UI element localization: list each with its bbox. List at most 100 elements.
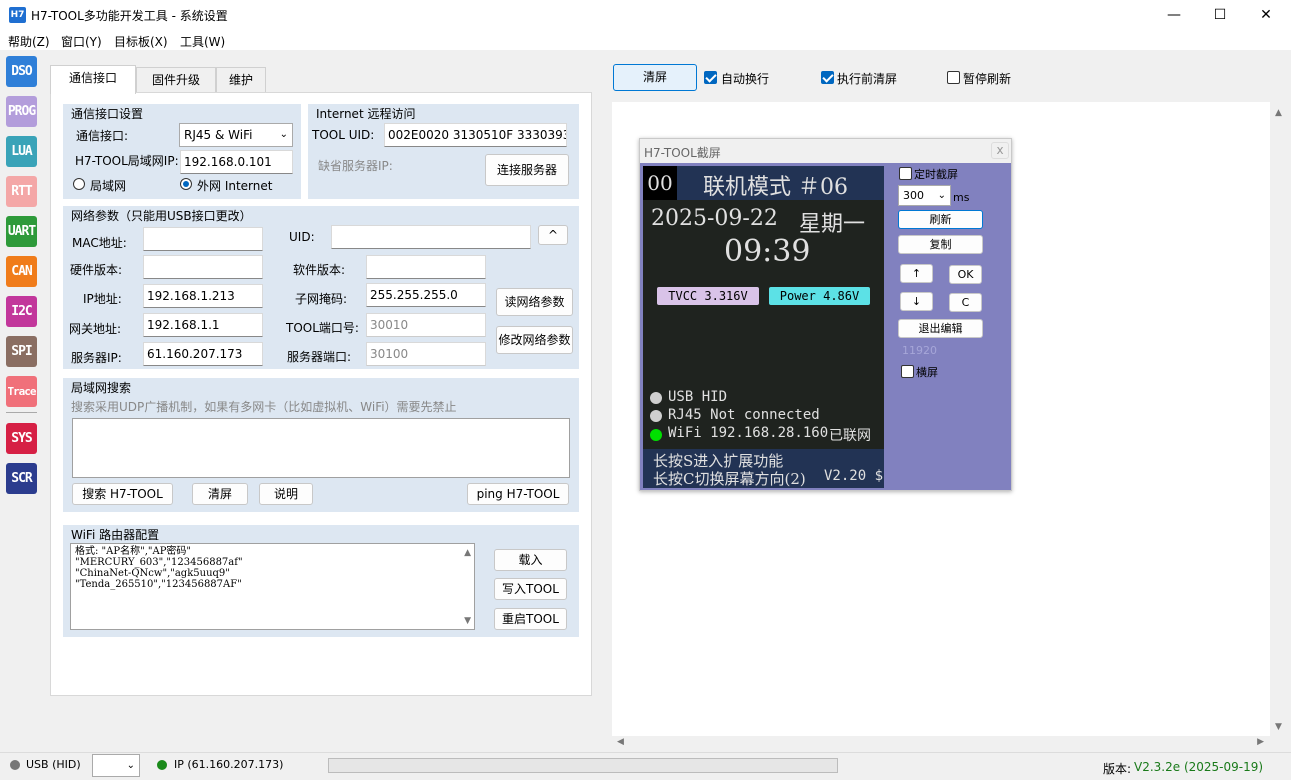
menu-tools[interactable]: 工具(W) [180,33,225,50]
menu-target-board[interactable]: 目标板(X) [114,33,168,50]
screenshot-title: H7-TOOL截屏 [644,146,721,160]
lcd-hint-2: 长按C切换屏幕方向(2) [653,470,806,488]
sw-version-field[interactable] [366,255,486,279]
window-title: H7-TOOL多功能开发工具 - 系统设置 [31,9,228,23]
ip-field[interactable]: 192.168.1.213 [143,284,263,308]
exit-edit-button[interactable]: 退出编辑 [898,319,983,338]
interval-select[interactable]: 300 ⌄ [898,185,951,206]
lcd-rj45: RJ45 Not connected [668,407,820,423]
comm-settings-title: 通信接口设置 [71,107,144,121]
timed-capture-label: 定时截屏 [914,168,958,181]
subnet-mask-field[interactable]: 255.255.255.0 [366,283,486,307]
hw-version-field[interactable] [143,255,263,279]
key-c-button[interactable]: C [949,293,982,312]
mac-label: MAC地址: [72,236,127,250]
sidebar-spi-button[interactable]: SPI [6,336,37,367]
lan-search-title: 局域网搜索 [71,381,132,395]
scroll-up-icon[interactable]: ▲ [464,548,471,558]
menu-help[interactable]: 帮助(Z) [8,33,50,50]
device-select[interactable]: ⌄ [92,754,140,777]
uid-field[interactable] [331,225,531,249]
subnet-mask-label: 子网掩码: [295,292,348,306]
landscape-checkbox[interactable] [901,365,914,378]
copy-button[interactable]: 复制 [898,235,983,254]
sidebar-i2c-button[interactable]: I2C [6,296,37,327]
uid-label: UID: [289,230,315,244]
sidebar-trace-button[interactable]: Trace [6,376,37,407]
key-ok-button[interactable]: OK [949,265,982,284]
usb-status: USB (HID) [26,758,81,771]
mac-field[interactable] [143,227,263,251]
sidebar-rtt-button[interactable]: RTT [6,176,37,207]
wifi-write-button[interactable]: 写入TOOL [494,578,567,600]
search-help-button[interactable]: 说明 [259,483,313,505]
scroll-down-icon[interactable]: ▼ [464,616,471,626]
sidebar-lua-button[interactable]: LUA [6,136,37,167]
wifi-restart-button[interactable]: 重启TOOL [494,608,567,630]
usb-status-dot [650,392,662,404]
screenshot-window: H7-TOOL截屏 x 00 联机模式 ＃06 2025-09-22 星期一 0… [639,138,1012,491]
version-value: V2.3.2e (2025-09-19) [1134,760,1264,774]
lan-search-results[interactable] [72,418,570,478]
radio-internet[interactable] [180,178,192,190]
clear-before-checkbox[interactable] [821,71,834,84]
sidebar-sys-button[interactable]: SYS [6,423,37,454]
ip-label: IP地址: [83,292,122,306]
server-port-field[interactable]: 30100 [366,342,486,366]
clear-search-button[interactable]: 清屏 [192,483,248,505]
pause-refresh-checkbox[interactable] [947,71,960,84]
tool-uid-field[interactable]: 002E0020 3130510F 33303938 [384,123,567,147]
tab-maintenance[interactable]: 维护 [216,67,266,93]
chevron-down-icon: ⌄ [279,129,288,140]
refresh-button[interactable]: 刷新 [898,210,983,229]
gateway-field[interactable]: 192.168.1.1 [143,313,263,337]
usb-indicator-dot [10,760,20,770]
scroll-left-icon[interactable]: ◀ [617,737,624,747]
modify-network-params-button[interactable]: 修改网络参数 [496,326,573,354]
tab-firmware-upgrade[interactable]: 固件升级 [136,67,216,93]
scroll-up-icon[interactable]: ▲ [1275,108,1282,118]
interval-select-value: 300 [903,189,924,202]
sidebar-prog-button[interactable]: PROG [6,96,37,127]
server-ip-label: 服务器IP: [71,351,122,365]
ip-indicator-dot [157,760,167,770]
key-up-button[interactable]: ↑ [900,264,933,283]
tab-comm-interface[interactable]: 通信接口 [50,65,136,94]
read-network-params-button[interactable]: 读网络参数 [496,288,573,316]
uid-expand-button[interactable]: ^ [538,225,568,245]
lcd-mode: 联机模式 ＃06 [703,175,848,200]
capture-counter: 11920 [902,344,937,357]
sidebar-dso-button[interactable]: DSO [6,56,37,87]
scroll-down-icon[interactable]: ▼ [1275,722,1282,732]
radio-lan[interactable] [73,178,85,190]
internet-access-group: Internet 远程访问 TOOL UID: 002E0020 3130510… [308,104,579,199]
interface-select[interactable]: RJ45 & WiFi ⌄ [179,123,293,147]
wifi-config-text[interactable]: 格式: "AP名称","AP密码" "MERCURY_603","1234568… [70,543,475,630]
output-horizontal-scrollbar[interactable]: ◀ ▶ [612,736,1270,750]
lcd-version: V2.20 $ [824,468,884,484]
sidebar-can-button[interactable]: CAN [6,256,37,287]
maximize-button[interactable]: ☐ [1197,0,1243,30]
clear-output-button[interactable]: 清屏 [613,64,697,91]
menu-window[interactable]: 窗口(Y) [61,33,102,50]
sidebar-uart-button[interactable]: UART [6,216,37,247]
wifi-load-button[interactable]: 载入 [494,549,567,571]
ping-tool-button[interactable]: ping H7-TOOL [467,483,569,505]
close-button[interactable]: ✕ [1243,0,1289,30]
scroll-right-icon[interactable]: ▶ [1257,737,1264,747]
key-down-button[interactable]: ↓ [900,292,933,311]
server-ip-field[interactable]: 61.160.207.173 [143,342,263,366]
radio-internet-label: 外网 Internet [197,179,273,193]
output-vertical-scrollbar[interactable]: ▲ ▼ [1270,102,1288,736]
lan-ip-field[interactable]: 192.168.0.101 [180,150,293,174]
tool-port-field[interactable]: 30010 [366,313,486,337]
minimize-button[interactable]: — [1151,0,1197,30]
screenshot-close-button[interactable]: x [991,142,1009,159]
comm-settings-group: 通信接口设置 通信接口: RJ45 & WiFi ⌄ H7-TOOL局域网IP:… [63,104,301,199]
sidebar-scr-button[interactable]: SCR [6,463,37,494]
auto-wrap-checkbox[interactable] [704,71,717,84]
connect-server-button[interactable]: 连接服务器 [485,154,569,186]
timed-capture-checkbox[interactable] [899,167,912,180]
search-tool-button[interactable]: 搜索 H7-TOOL [72,483,173,505]
tool-port-label: TOOL端口号: [286,321,359,335]
